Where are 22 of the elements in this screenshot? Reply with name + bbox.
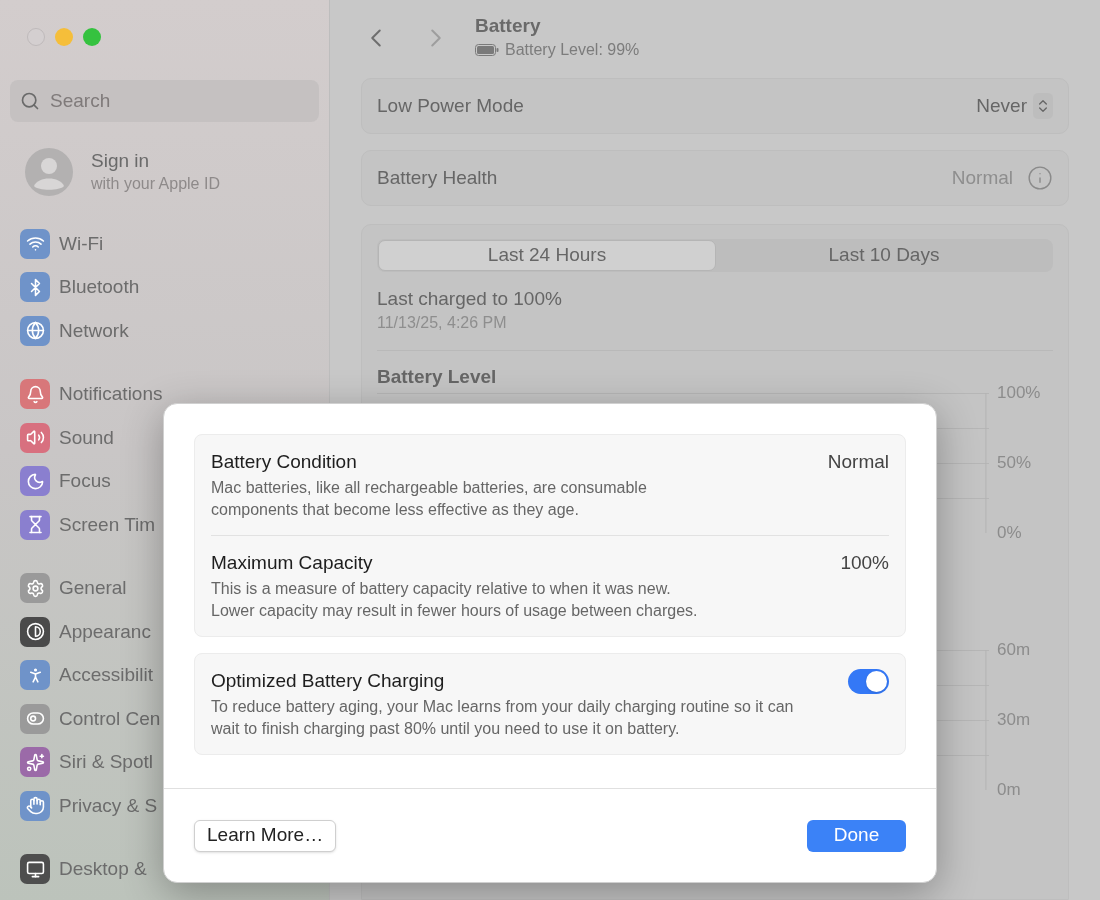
axis-label: 50% <box>997 452 1033 474</box>
axis-label: 30m <box>997 709 1032 731</box>
item-description: Mac batteries, like all rechargeable batteries, are consumable components that become less effective as they age. <box>211 478 648 520</box>
chart-title: Battery Level <box>377 365 498 389</box>
battery-level-text: Battery Level: 99% <box>505 40 640 60</box>
axis-label: 0% <box>997 522 1023 544</box>
page-title: Battery <box>475 14 542 38</box>
item-title: Optimized Battery Charging <box>211 669 446 693</box>
item-title: Maximum Capacity <box>211 551 374 575</box>
item-value: 100% <box>840 551 889 575</box>
account-title: Sign in <box>91 149 151 173</box>
item-description: This is a measure of battery capacity relative to when it was new. Lower capacity may result in fewer hours of usage between charges. <box>211 579 699 621</box>
axis-label: 0m <box>997 779 1022 801</box>
item-value: Normal <box>827 450 889 474</box>
axis-label: 100% <box>997 382 1042 404</box>
item-title: Battery Condition <box>211 450 358 474</box>
axis-label: 60m <box>997 639 1032 661</box>
account-subtitle: with your Apple ID <box>91 174 220 194</box>
row-label: Low Power Mode <box>377 93 524 118</box>
item-description: To reduce battery aging, your Mac learns from your daily charging routine so it can wait to finish charging past 80% until you need to use it on battery. <box>211 697 795 739</box>
row-label: Battery Health <box>377 165 498 190</box>
last-charged-text: Last charged to 100% <box>377 287 563 311</box>
